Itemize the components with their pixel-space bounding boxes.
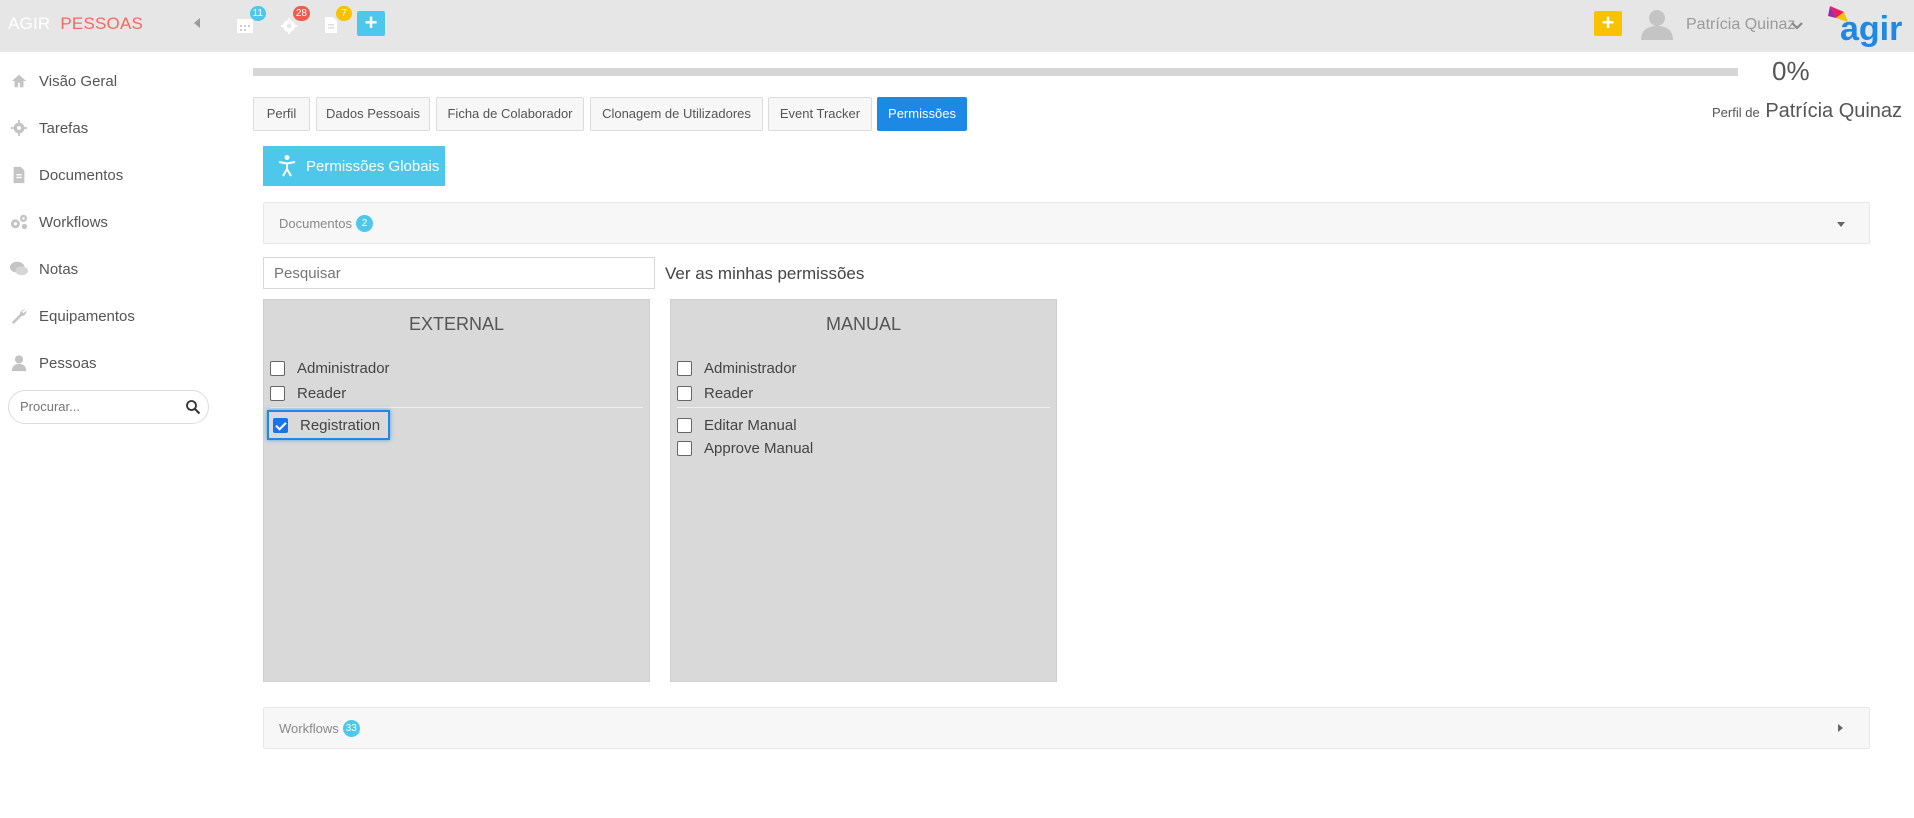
- checkbox-reader[interactable]: [677, 385, 692, 401]
- add-button[interactable]: +: [357, 11, 385, 36]
- quick-add-button[interactable]: +: [1594, 11, 1622, 36]
- documents-panel-title: Documentos 2: [279, 215, 373, 232]
- sidebar-item-label: Tarefas: [39, 119, 89, 137]
- wrench-icon: [8, 305, 30, 327]
- chat-icon: [8, 258, 30, 280]
- permission-row[interactable]: Reader: [270, 382, 346, 404]
- sidebar-item-label: Equipamentos: [39, 307, 135, 325]
- divider: [270, 407, 643, 408]
- permission-label: Administrador: [297, 359, 390, 377]
- tab-perfil[interactable]: Perfil: [253, 97, 310, 131]
- permission-label: Registration: [300, 416, 381, 434]
- sidebar-item-label: Pessoas: [39, 354, 97, 372]
- permission-label: Editar Manual: [704, 416, 797, 434]
- my-permissions-link[interactable]: Ver as minhas permissões: [665, 264, 864, 284]
- search-icon[interactable]: [185, 399, 201, 415]
- permissions-search-input[interactable]: [274, 265, 644, 282]
- global-permissions-button[interactable]: Permissões Globais: [263, 146, 445, 186]
- checkbox-administrador[interactable]: [677, 360, 692, 376]
- documents-badge: 7: [336, 6, 352, 21]
- documents-panel-label: Documentos: [279, 216, 352, 231]
- caret-right-icon[interactable]: [1838, 724, 1843, 732]
- brand-pessoas: PESSOAS: [60, 14, 144, 33]
- sidebar-item-tarefas[interactable]: Tarefas: [8, 114, 88, 142]
- logo-text: agir: [1840, 10, 1902, 48]
- top-bar: AGIR PESSOAS 11 28 7 + + Patrícia Quinaz …: [0, 0, 1914, 52]
- profile-of-label: Perfil de: [1712, 105, 1760, 120]
- agir-logo: agir: [1826, 2, 1914, 50]
- divider: [677, 407, 1050, 408]
- permission-label: Approve Manual: [704, 439, 814, 457]
- permission-row[interactable]: Administrador: [270, 357, 390, 379]
- sidebar-search-input[interactable]: [20, 399, 180, 414]
- tab-dados-pessoais[interactable]: Dados Pessoais: [316, 97, 430, 131]
- checkbox-administrador[interactable]: [270, 360, 285, 376]
- permission-label: Administrador: [704, 359, 797, 377]
- tasks-notifications-button[interactable]: 28: [278, 6, 310, 36]
- permission-group-manual: MANUAL Administrador Reader Editar Manua…: [670, 299, 1057, 682]
- permission-row[interactable]: Approve Manual: [677, 437, 813, 459]
- permission-group-title: EXTERNAL: [408, 314, 505, 334]
- person-icon: [8, 352, 30, 374]
- sidebar-item-notas[interactable]: Notas: [8, 255, 78, 283]
- caret-down-icon[interactable]: [1837, 222, 1845, 227]
- documents-panel-header[interactable]: Documentos 2: [263, 202, 1870, 244]
- permission-group-title: MANUAL: [825, 314, 901, 334]
- workflows-count-badge: 33: [342, 720, 360, 737]
- permission-row[interactable]: Reader: [677, 382, 753, 404]
- sidebar-item-label: Documentos: [39, 166, 124, 184]
- user-avatar-icon[interactable]: [1640, 8, 1674, 40]
- sidebar-item-workflows[interactable]: Workflows: [8, 208, 108, 236]
- chevron-down-icon[interactable]: [1790, 19, 1804, 31]
- workflows-panel-header[interactable]: Workflows 33: [263, 707, 1870, 749]
- workflows-panel-title: Workflows 33: [279, 720, 360, 737]
- sidebar-item-documentos[interactable]: Documentos: [8, 161, 123, 189]
- checkbox-approve-manual[interactable]: [677, 440, 692, 456]
- gear-icon: [8, 117, 30, 139]
- sidebar-search: [8, 390, 209, 424]
- sidebar-item-pessoas[interactable]: Pessoas: [8, 349, 97, 377]
- tab-clonagem-de-utilizadores[interactable]: Clonagem de Utilizadores: [590, 97, 763, 131]
- calendar-badge: 11: [249, 6, 266, 21]
- permission-group-external: EXTERNAL Administrador Reader Registrati…: [263, 299, 650, 682]
- sidebar-item-label: Workflows: [39, 213, 108, 231]
- document-icon: [8, 164, 30, 186]
- sidebar-item-label: Visão Geral: [39, 72, 118, 90]
- permissions-search: [263, 257, 655, 289]
- checkbox-registration[interactable]: [273, 417, 288, 433]
- accessibility-icon: [278, 155, 296, 177]
- app-brand[interactable]: AGIR PESSOAS: [8, 14, 143, 34]
- profile-of-heading: Perfil de Patrícia Quinaz: [1712, 100, 1902, 123]
- permission-row[interactable]: Administrador: [677, 357, 797, 379]
- permission-row[interactable]: Registration: [267, 410, 391, 440]
- user-menu-name[interactable]: Patrícia Quinaz: [1686, 16, 1795, 34]
- tasks-badge: 28: [292, 6, 310, 21]
- permission-label: Reader: [704, 384, 754, 402]
- documents-count-badge: 2: [355, 215, 373, 232]
- sidebar: Visão Geral Tarefas Documentos Workflows…: [0, 52, 220, 818]
- permission-label: Reader: [297, 384, 347, 402]
- checkbox-reader[interactable]: [270, 385, 285, 401]
- profile-name: Patrícia Quinaz: [1765, 100, 1903, 122]
- tab-event-tracker[interactable]: Event Tracker: [768, 97, 872, 131]
- calendar-notifications-button[interactable]: 11: [234, 6, 266, 36]
- global-permissions-label: Permissões Globais: [306, 157, 440, 175]
- brand-agir: AGIR: [8, 14, 51, 33]
- sidebar-item-visao-geral[interactable]: Visão Geral: [8, 67, 117, 95]
- workflows-panel-label: Workflows: [279, 721, 339, 736]
- gears-icon: [8, 211, 30, 233]
- progress-percentage: 0%: [1772, 56, 1810, 86]
- permission-row[interactable]: Editar Manual: [677, 414, 797, 436]
- sidebar-item-label: Notas: [39, 260, 79, 278]
- tab-ficha-de-colaborador[interactable]: Ficha de Colaborador: [436, 97, 584, 131]
- home-icon: [8, 70, 30, 92]
- sidebar-item-equipamentos[interactable]: Equipamentos: [8, 302, 135, 330]
- profile-progress-bar: [253, 68, 1738, 76]
- collapse-sidebar-icon[interactable]: [194, 18, 200, 28]
- tab-permissoes[interactable]: Permissões: [877, 97, 967, 131]
- checkbox-editar-manual[interactable]: [677, 417, 692, 433]
- documents-notifications-button[interactable]: 7: [320, 6, 352, 36]
